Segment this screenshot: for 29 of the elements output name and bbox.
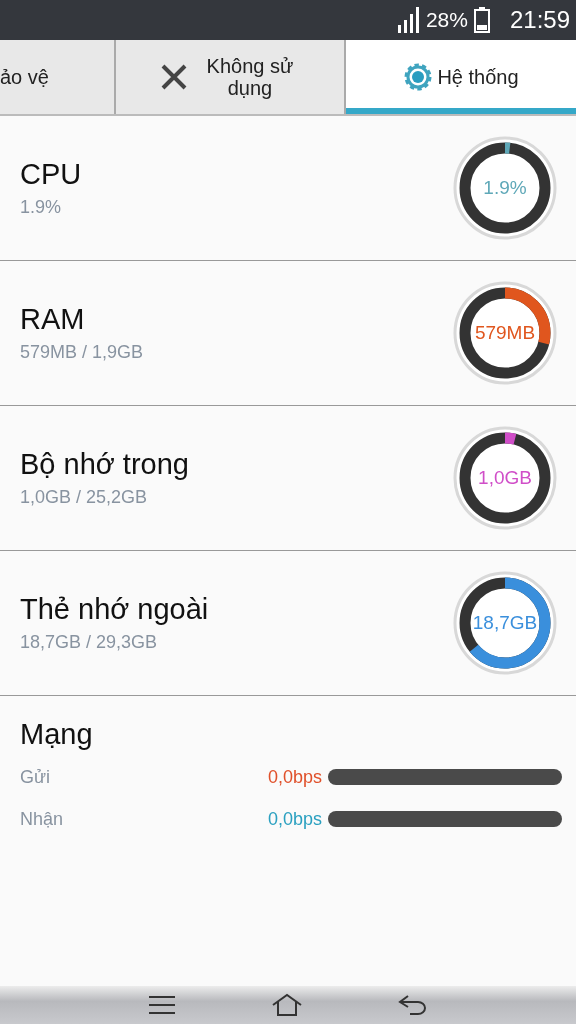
section-title: Mạng [20,718,94,751]
battery-icon [473,7,490,33]
tab[interactable]: ảo vệ [0,40,116,114]
tab[interactable]: Không sử dụng [116,40,346,114]
network-rate: 0,0bps [267,808,322,830]
gear-icon [403,62,434,92]
usage-gauge: 18,7GB [452,570,558,676]
tab[interactable]: Hệ thống [346,40,576,114]
resource-name: RAM [20,303,86,336]
resource-detail: 579MB / 1,9GB [20,342,145,363]
resource-detail: 1.9% [20,197,63,218]
resource-name: Bộ nhớ trong [20,448,190,481]
back-icon[interactable] [398,994,429,1016]
resource-detail: 18,7GB / 29,3GB [20,632,159,653]
resource-name: CPU [20,158,83,191]
network-label: Nhận [20,808,65,830]
menu-icon[interactable] [147,995,176,1015]
resource-detail: 1,0GB / 25,2GB [20,487,149,508]
home-icon[interactable] [271,993,303,1017]
network-label: Gửi [20,766,52,788]
resource-name: Thẻ nhớ ngoài [20,593,210,626]
battery-percent: 28% [425,8,468,32]
usage-gauge: 1,0GB [452,425,558,531]
network-rate: 0,0bps [267,766,322,788]
clock: 21:59 [509,6,570,34]
usage-gauge: 579MB [452,280,558,386]
usage-gauge: 1.9% [452,135,558,241]
close-icon [160,63,188,91]
signal-icon [397,7,420,33]
